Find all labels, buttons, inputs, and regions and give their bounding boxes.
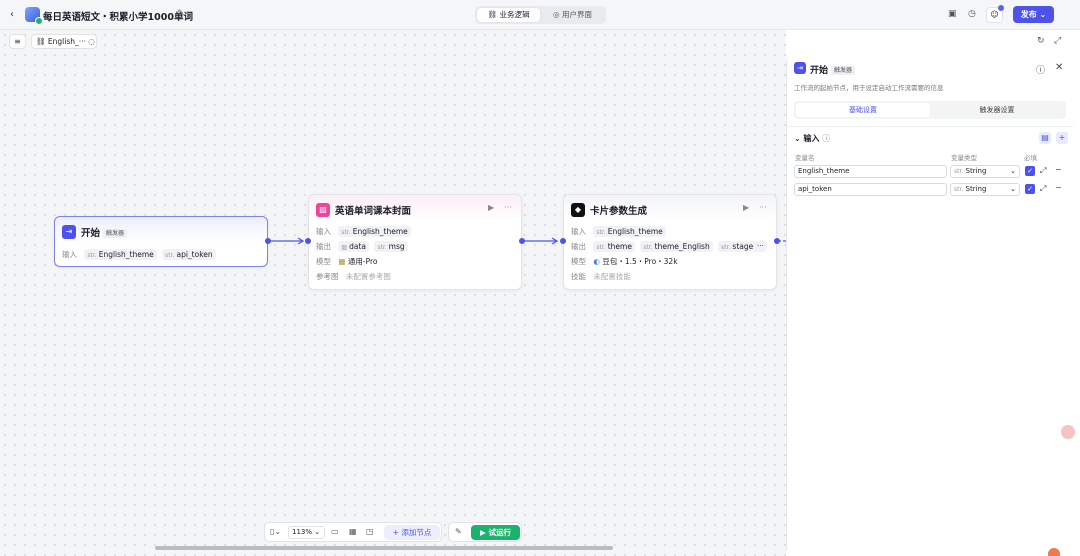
more-icon[interactable]: ··· [759,203,767,212]
help-icon[interactable]: ⓘ [1036,63,1045,76]
node-model: 模型 ▦ 通用-Pro [316,257,378,266]
publish-button[interactable]: 发布 ⌄ [1013,6,1054,23]
floating-helper-icon[interactable] [1048,548,1060,556]
node-title: 英语单词课本封面 [335,206,412,217]
test-run-button[interactable]: ▶ 试运行 [471,525,520,540]
panel-title: 开始 触发器 [810,63,856,76]
image-icon: ▨ [316,203,330,217]
start-icon: ⇥ [62,225,76,239]
var-type-select[interactable]: str. String ⌄ [950,183,1020,196]
var-tag: ▨ data [338,241,369,252]
toolbox-icon[interactable]: ▣ [948,9,957,19]
node-outputs: 输出 ▨ data str. msg [316,241,411,253]
col-var-name: 变量名 [795,154,815,162]
chevron-down-icon: ⌄ [1039,10,1047,19]
node-inputs: 输入 str. English_theme str. api_token [62,249,219,261]
tab-trigger-settings[interactable]: 触发器设置 [930,103,1064,117]
add-node-button[interactable]: + 添加节点 [384,525,440,540]
plus-icon: + [392,528,399,537]
trigger-badge: 触发器 [103,229,128,238]
info-icon: ⓘ [822,134,831,143]
node-title: 开始 触发器 [81,225,128,239]
debug-icon[interactable]: ✎ [455,527,462,536]
collaborators-button[interactable]: ☺ [986,5,1004,23]
comment-icon[interactable]: ▭ [331,527,339,536]
divider [787,126,1073,127]
play-icon[interactable]: ▶ [743,203,749,212]
node-start[interactable]: ⇥ 开始 触发器 输入 str. English_theme str. api_tok… [54,216,268,267]
input-port[interactable] [560,238,566,244]
chevron-down-icon: ⌄ [1010,185,1016,193]
notification-dot [998,5,1004,11]
history-icon[interactable]: ◷ [968,9,976,19]
var-tag: str. msg [374,241,408,252]
required-checkbox[interactable]: ✓ [1025,166,1035,176]
node-model: 模型 ◐ 豆包・1.5・Pro・32k [571,257,678,266]
node-inputs: 输入 str. English_theme [571,226,669,238]
panel-tabs: 基础设置 触发器设置 [794,101,1066,119]
expand-icon[interactable]: ⤢ [1040,184,1046,194]
panel-description: 工作流的起始节点，用于设定启动工作流需要的信息 [794,84,944,92]
remove-icon[interactable]: − [1055,183,1062,192]
string-type-icon: str. [954,168,964,175]
var-tag: str. theme_English [640,241,713,252]
var-tag: str. stage [718,241,757,252]
layout-icon[interactable]: ▦ [349,527,357,536]
output-port[interactable] [265,238,271,244]
floating-assistant-icon[interactable] [1061,425,1075,439]
node-inputs: 输入 str. English_theme [316,226,414,238]
refresh-icon[interactable]: ↻ [1037,36,1045,46]
chevron-down-icon: ⌄ [1010,167,1016,175]
var-tag: str. api_token [162,249,216,260]
expand-icon[interactable]: ⤢ [1054,36,1061,46]
more-icon[interactable]: ··· [504,203,512,212]
mouse-mode-icon[interactable]: ▯⌄ [270,527,281,536]
var-tag: str. English_theme [593,226,666,237]
var-tag: str. English_theme [338,226,411,237]
var-tag: str. English_theme [84,249,157,260]
add-variable-icon[interactable]: + [1056,132,1068,144]
col-required: 必填 [1024,154,1037,162]
tab-basic-settings[interactable]: 基础设置 [796,103,930,117]
output-port[interactable] [519,238,525,244]
var-name-input[interactable]: English_theme [794,165,947,178]
node-outputs: 输出 str. theme str. theme_English str. stage [571,241,771,253]
node-card-params[interactable]: ◆ 卡片参数生成 ▶ ··· 输入 str. English_theme 输出 s… [563,194,777,290]
chevron-down-icon: ⌄ [314,528,321,536]
image-type-icon: ▨ [341,244,348,251]
bottom-toolbar: ▯⌄ 113% ⌄ ▭ ▦ ◳ + 添加节点 [264,522,442,542]
node-reference: 参考图 未配置参考图 [316,272,391,281]
chevron-down-icon: ⌄ [794,134,801,143]
play-icon: ▶ [480,528,486,537]
expand-icon[interactable]: ⤢ [1040,166,1046,176]
more-outputs-icon[interactable]: ··· [754,241,767,252]
zoom-select[interactable]: 113% ⌄ [288,526,325,539]
doubao-icon: ◐ [593,257,600,266]
var-name-input[interactable]: api_token [794,183,947,196]
close-icon[interactable]: ✕ [1055,62,1063,73]
node-cover[interactable]: ▨ 英语单词课本封面 ▶ ··· 输入 str. English_theme 输出… [308,194,522,290]
remove-icon[interactable]: − [1055,165,1062,174]
import-icon[interactable]: ▤ [1039,132,1051,144]
node-skills: 技能 未配置技能 [571,272,631,281]
node-title: 卡片参数生成 [590,206,648,217]
start-icon: ⇥ [794,62,806,74]
output-port[interactable] [774,238,780,244]
run-toolbar: ✎ ▶ 试运行 [448,522,522,542]
input-section-header[interactable]: ⌄ 输入 ⓘ [794,133,830,144]
string-type-icon: str. [954,186,964,193]
var-tag: str. theme [593,241,635,252]
horizontal-scrollbar[interactable] [155,546,613,550]
llm-icon: ◆ [571,203,585,217]
model-icon: ▦ [338,257,346,266]
required-checkbox[interactable]: ✓ [1025,184,1035,194]
play-icon[interactable]: ▶ [488,203,494,212]
trigger-badge: 触发器 [831,66,856,75]
col-var-type: 变量类型 [951,154,977,162]
users-icon: ☺ [990,10,999,19]
input-port[interactable] [305,238,311,244]
node-settings-panel: ⇥ 开始 触发器 ⓘ ✕ 工作流的起始节点，用于设定启动工作流需要的信息 基础设置… [786,57,1073,550]
minimap-icon[interactable]: ◳ [366,527,374,536]
var-type-select[interactable]: str. String ⌄ [950,165,1020,178]
